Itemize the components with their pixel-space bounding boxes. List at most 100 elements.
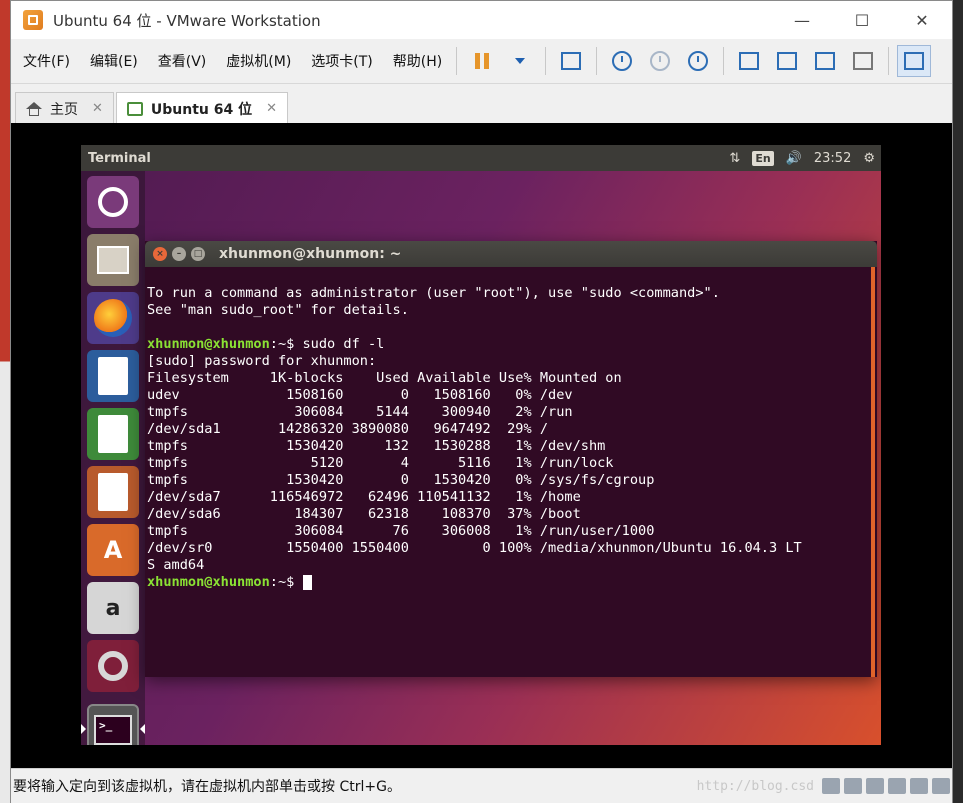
snapshot-add-icon [612, 51, 633, 71]
text-cursor [302, 575, 312, 590]
console-view-button[interactable] [897, 45, 932, 77]
minimize-button[interactable]: — [772, 1, 832, 39]
show-library-button[interactable] [732, 45, 766, 77]
snapshot-manager-button[interactable] [681, 45, 715, 77]
launcher-firefox[interactable] [87, 292, 139, 344]
launcher-impress[interactable] [87, 466, 139, 518]
terminal-line: See "man sudo_root" for details. [147, 302, 409, 318]
document-icon [98, 357, 128, 395]
launcher-software-center[interactable]: A [87, 524, 139, 576]
launcher-system-settings[interactable] [87, 640, 139, 692]
take-snapshot-button[interactable] [605, 45, 639, 77]
chevron-down-icon [515, 58, 526, 64]
cd-drive-icon[interactable] [844, 778, 862, 794]
terminal-line: tmpfs 5120 4 5116 1% /run/lock [147, 455, 614, 471]
network-icon[interactable]: ⇅ [729, 151, 740, 166]
menu-vm[interactable]: 虚拟机(M) [218, 51, 299, 71]
terminal-line: Filesystem 1K-blocks Used Available Use%… [147, 370, 622, 386]
terminal-titlebar: × – □ xhunmon@xhunmon: ~ [145, 241, 877, 267]
tab-label: 主页 [50, 101, 78, 118]
firefox-icon [94, 299, 132, 337]
fullscreen-icon [815, 52, 836, 70]
watermark-text: http://blog.csd [696, 778, 814, 794]
launcher-dash[interactable] [87, 176, 139, 228]
close-icon[interactable]: ✕ [92, 101, 103, 116]
unity-icon [853, 52, 874, 70]
vm-icon [126, 101, 143, 116]
clock[interactable]: 23:52 [814, 151, 851, 166]
terminal-window[interactable]: × – □ xhunmon@xhunmon: ~ To run a comman… [145, 241, 877, 677]
terminal-output[interactable]: To run a command as administrator (user … [147, 268, 869, 674]
ubuntu-desktop[interactable]: Terminal ⇅ En 🔊 23:52 ⚙ A a >_ × – □ xhu… [81, 145, 881, 745]
home-icon [26, 101, 42, 116]
close-button[interactable]: ✕ [892, 1, 952, 39]
unity-button[interactable] [846, 45, 880, 77]
settings-gear-icon[interactable]: ⚙ [863, 151, 875, 166]
network-adapter-icon[interactable] [866, 778, 884, 794]
vmware-window: Ubuntu 64 位 - VMware Workstation — ☐ ✕ 文… [10, 0, 953, 803]
terminal-scrollbar[interactable] [871, 267, 875, 677]
tab-ubuntu[interactable]: Ubuntu 64 位 ✕ [115, 92, 289, 124]
keyboard-layout-indicator[interactable]: En [752, 150, 774, 166]
pause-icon [475, 53, 490, 69]
status-message: 要将输入定向到该虚拟机，请在虚拟机内部单击或按 Ctrl+G。 [13, 779, 401, 795]
console-view-icon [904, 52, 925, 70]
launcher-files[interactable] [87, 234, 139, 286]
file-cabinet-icon [97, 246, 129, 274]
tab-bar: 主页 ✕ Ubuntu 64 位 ✕ [11, 84, 952, 124]
tab-home[interactable]: 主页 ✕ [15, 92, 114, 124]
settings-icon [98, 651, 128, 681]
toolbar-separator [456, 47, 458, 75]
terminal-maximize-button[interactable]: □ [191, 247, 205, 261]
terminal-close-button[interactable]: × [153, 247, 167, 261]
prompt-command: :~$ [269, 574, 303, 590]
toolbar-separator [545, 47, 547, 75]
launcher-calc[interactable] [87, 408, 139, 460]
window-title: Ubuntu 64 位 - VMware Workstation [53, 11, 321, 30]
printer-icon[interactable] [888, 778, 906, 794]
guest-display[interactable]: Terminal ⇅ En 🔊 23:52 ⚙ A a >_ × – □ xhu… [11, 123, 952, 768]
full-screen-button[interactable] [808, 45, 842, 77]
presentation-icon [98, 473, 128, 511]
menu-help[interactable]: 帮助(H) [385, 51, 450, 71]
spreadsheet-icon [98, 415, 128, 453]
sound-card-icon[interactable] [910, 778, 928, 794]
suspend-button[interactable] [465, 45, 499, 77]
close-icon[interactable]: ✕ [266, 101, 277, 116]
desktop-background-left [0, 0, 10, 803]
terminal-line: xhunmon@xhunmon:~$ sudo df -l [147, 336, 869, 353]
desktop-background-right [953, 0, 963, 803]
terminal-line: /dev/sda7 116546972 62496 110541132 1% /… [147, 489, 581, 505]
ubuntu-logo-icon [98, 187, 128, 217]
terminal-icon [94, 715, 132, 745]
terminal-line: /dev/sr0 1550400 1550400 0 100% /media/x… [147, 540, 802, 556]
prompt-command: :~$ sudo df -l [269, 336, 385, 352]
show-thumbnails-button[interactable] [770, 45, 804, 77]
launcher-amazon[interactable]: a [87, 582, 139, 634]
menu-view[interactable]: 查看(V) [150, 51, 215, 71]
volume-icon[interactable]: 🔊 [786, 151, 802, 166]
active-indicator-icon [81, 724, 86, 734]
revert-snapshot-button[interactable] [643, 45, 677, 77]
launcher-terminal[interactable] [87, 704, 139, 745]
send-ctrl-alt-del-button[interactable] [554, 45, 588, 77]
unity-launcher: A a [81, 171, 145, 745]
menu-file[interactable]: 文件(F) [15, 51, 78, 71]
display-icon[interactable] [932, 778, 950, 794]
amazon-icon: a [105, 595, 121, 621]
power-dropdown-button[interactable] [503, 45, 537, 77]
menu-tabs[interactable]: 选项卡(T) [303, 51, 380, 71]
maximize-button[interactable]: ☐ [832, 1, 892, 39]
menu-toolbar: 文件(F) 编辑(E) 查看(V) 虚拟机(M) 选项卡(T) 帮助(H) [11, 39, 952, 84]
network-keyboard-icon [561, 52, 582, 70]
menu-edit[interactable]: 编辑(E) [82, 51, 146, 71]
launcher-writer[interactable] [87, 350, 139, 402]
terminal-minimize-button[interactable]: – [172, 247, 186, 261]
title-bar: Ubuntu 64 位 - VMware Workstation — ☐ ✕ [11, 1, 952, 39]
shopping-bag-icon: A [103, 536, 123, 564]
hard-disk-icon[interactable] [822, 778, 840, 794]
toolbar-separator [888, 47, 890, 75]
terminal-line: To run a command as administrator (user … [147, 285, 720, 301]
terminal-line: [sudo] password for xhunmon: [147, 353, 377, 369]
